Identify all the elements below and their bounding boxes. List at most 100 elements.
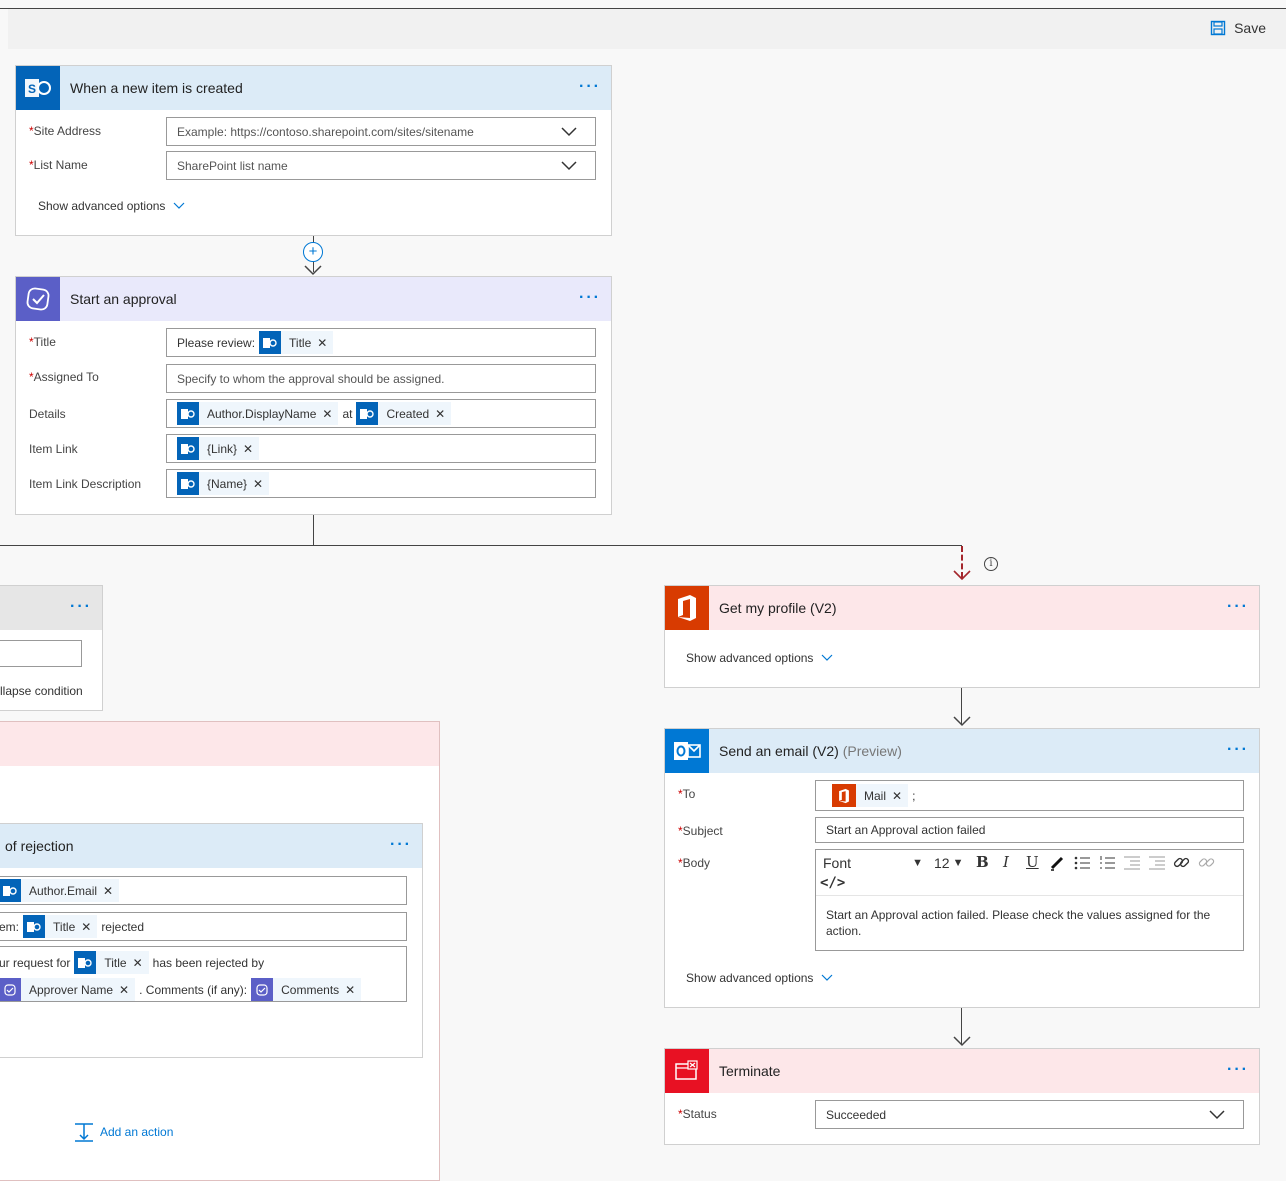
mail-token[interactable]: Mail ✕ bbox=[832, 784, 909, 807]
condition-card-header[interactable]: ··· bbox=[0, 586, 102, 630]
to-field[interactable]: Mail ✕ ; bbox=[815, 780, 1244, 811]
rejection-card-header[interactable]: of rejection ··· bbox=[0, 824, 422, 868]
sharepoint-icon bbox=[23, 915, 46, 938]
unlink-icon[interactable] bbox=[1198, 854, 1215, 871]
numbered-list-icon[interactable] bbox=[1099, 855, 1115, 871]
sharepoint-icon bbox=[74, 951, 97, 974]
remove-token-icon[interactable]: ✕ bbox=[435, 407, 445, 421]
insert-step-icon[interactable]: + bbox=[303, 242, 323, 262]
comments-token[interactable]: Comments ✕ bbox=[251, 978, 362, 1001]
status-dropdown[interactable]: Succeeded bbox=[815, 1100, 1244, 1129]
sharepoint-icon bbox=[177, 402, 199, 425]
show-advanced-options-trigger[interactable]: Show advanced options bbox=[38, 199, 185, 213]
save-label: Save bbox=[1234, 20, 1266, 36]
body-editor[interactable]: Font ▼ 12 ▼ B I U </> Start an Approval … bbox=[815, 849, 1244, 951]
item-link-label: Item Link bbox=[29, 442, 78, 456]
info-icon[interactable]: i bbox=[984, 557, 998, 571]
details-field[interactable]: Author.DisplayName ✕ at Created ✕ bbox=[166, 399, 596, 428]
rejection-subject-field[interactable]: em: Title ✕ rejected bbox=[0, 912, 407, 941]
underline-icon[interactable]: U bbox=[1026, 853, 1039, 871]
remove-token-icon[interactable]: ✕ bbox=[103, 884, 113, 898]
site-address-label: *Site Address bbox=[29, 124, 102, 138]
body-mid: has been rejected by bbox=[152, 955, 265, 970]
font-select[interactable]: Font ▼ bbox=[823, 855, 923, 871]
add-an-action-button[interactable]: Add an action bbox=[74, 1122, 173, 1142]
get-profile-card-header[interactable]: Get my profile (V2) ··· bbox=[665, 586, 1259, 630]
approver-name-token[interactable]: Approver Name ✕ bbox=[0, 978, 136, 1001]
office-icon bbox=[665, 586, 709, 630]
bullet-list-icon[interactable] bbox=[1074, 855, 1090, 871]
condition-input[interactable] bbox=[0, 640, 82, 667]
font-size-select[interactable]: 12 ▼ bbox=[934, 855, 963, 871]
title-prefix: Please review: bbox=[177, 335, 256, 350]
more-options-icon[interactable]: ··· bbox=[1227, 598, 1249, 616]
remove-token-icon[interactable]: ✕ bbox=[133, 956, 143, 970]
advanced-label: Show advanced options bbox=[38, 199, 166, 213]
remove-token-icon[interactable]: ✕ bbox=[317, 336, 327, 350]
more-options-icon[interactable]: ··· bbox=[70, 598, 92, 616]
details-label: Details bbox=[29, 407, 66, 421]
body-editor-toolbar: Font ▼ 12 ▼ B I U </> bbox=[816, 850, 1243, 896]
name-token[interactable]: {Name} ✕ bbox=[177, 472, 270, 495]
author-display-name-token[interactable]: Author.DisplayName ✕ bbox=[177, 402, 339, 425]
sharepoint-icon bbox=[177, 437, 199, 460]
branch-header[interactable] bbox=[0, 722, 439, 766]
list-name-dropdown[interactable]: SharePoint list name bbox=[166, 151, 596, 180]
trigger-card-header[interactable]: S When a new item is created ··· bbox=[16, 66, 611, 110]
rejection-to-field[interactable]: Author.Email ✕ bbox=[0, 876, 407, 905]
subject-label: *Subject bbox=[678, 824, 723, 838]
trigger-title: When a new item is created bbox=[70, 80, 243, 96]
terminate-card-header[interactable]: Terminate ··· bbox=[665, 1049, 1259, 1093]
author-email-token[interactable]: Author.Email ✕ bbox=[0, 879, 120, 902]
terminate-icon bbox=[665, 1049, 709, 1093]
decrease-indent-icon[interactable] bbox=[1123, 855, 1141, 871]
advanced-label: Show advanced options bbox=[686, 971, 814, 985]
created-token[interactable]: Created ✕ bbox=[356, 402, 452, 425]
assigned-to-label: *Assigned To bbox=[29, 370, 99, 384]
remove-token-icon[interactable]: ✕ bbox=[345, 983, 355, 997]
link-icon[interactable] bbox=[1173, 854, 1190, 871]
highlight-pen-icon[interactable] bbox=[1049, 855, 1065, 871]
save-button[interactable]: Save bbox=[1210, 20, 1266, 36]
item-link-field[interactable]: {Link} ✕ bbox=[166, 434, 596, 463]
font-size-label: 12 bbox=[934, 855, 950, 871]
token-label: {Name} bbox=[207, 476, 248, 491]
collapse-condition-link[interactable]: llapse condition bbox=[0, 684, 83, 698]
show-advanced-options-email[interactable]: Show advanced options bbox=[686, 971, 833, 985]
remove-token-icon[interactable]: ✕ bbox=[253, 477, 263, 491]
approval-card-header[interactable]: Start an approval ··· bbox=[16, 277, 611, 321]
more-options-icon[interactable]: ··· bbox=[579, 78, 601, 96]
bold-icon[interactable]: B bbox=[976, 853, 989, 871]
subject-prefix: em: bbox=[0, 919, 20, 934]
sharepoint-icon bbox=[356, 402, 379, 425]
remove-token-icon[interactable]: ✕ bbox=[81, 920, 91, 934]
more-options-icon[interactable]: ··· bbox=[1227, 741, 1249, 759]
title-token[interactable]: Title ✕ bbox=[259, 331, 334, 354]
more-options-icon[interactable]: ··· bbox=[390, 836, 412, 854]
remove-token-icon[interactable]: ✕ bbox=[322, 407, 332, 421]
add-action-icon bbox=[75, 1123, 93, 1142]
remove-token-icon[interactable]: ✕ bbox=[119, 983, 129, 997]
italic-icon[interactable]: I bbox=[1003, 853, 1009, 871]
show-advanced-options-profile[interactable]: Show advanced options bbox=[686, 651, 833, 665]
arrow-down-icon bbox=[953, 570, 971, 581]
increase-indent-icon[interactable] bbox=[1148, 855, 1166, 871]
remove-token-icon[interactable]: ✕ bbox=[243, 442, 253, 456]
sharepoint-icon bbox=[177, 472, 199, 495]
more-options-icon[interactable]: ··· bbox=[1227, 1061, 1249, 1079]
item-link-description-field[interactable]: {Name} ✕ bbox=[166, 469, 596, 498]
link-token[interactable]: {Link} ✕ bbox=[177, 437, 260, 460]
more-options-icon[interactable]: ··· bbox=[579, 289, 601, 307]
approval-title-field[interactable]: Please review: Title ✕ bbox=[166, 328, 596, 357]
remove-token-icon[interactable]: ✕ bbox=[892, 789, 902, 803]
subject-title-token[interactable]: Title ✕ bbox=[23, 915, 98, 938]
send-email-card-header[interactable]: Send an email (V2) (Preview) ··· bbox=[665, 729, 1259, 773]
rejection-body-field[interactable]: ur request for Title ✕ has been rejected … bbox=[0, 946, 407, 1002]
body-title-token[interactable]: Title ✕ bbox=[74, 951, 149, 974]
subject-field[interactable]: Start an Approval action failed bbox=[815, 817, 1244, 843]
code-view-icon[interactable]: </> bbox=[820, 875, 845, 891]
arrow-down-icon bbox=[953, 716, 971, 727]
send-email-title-text: Send an email (V2) bbox=[719, 743, 839, 759]
site-address-dropdown[interactable]: Example: https://contoso.sharepoint.com/… bbox=[166, 117, 596, 146]
assigned-to-field[interactable]: Specify to whom the approval should be a… bbox=[166, 364, 596, 393]
